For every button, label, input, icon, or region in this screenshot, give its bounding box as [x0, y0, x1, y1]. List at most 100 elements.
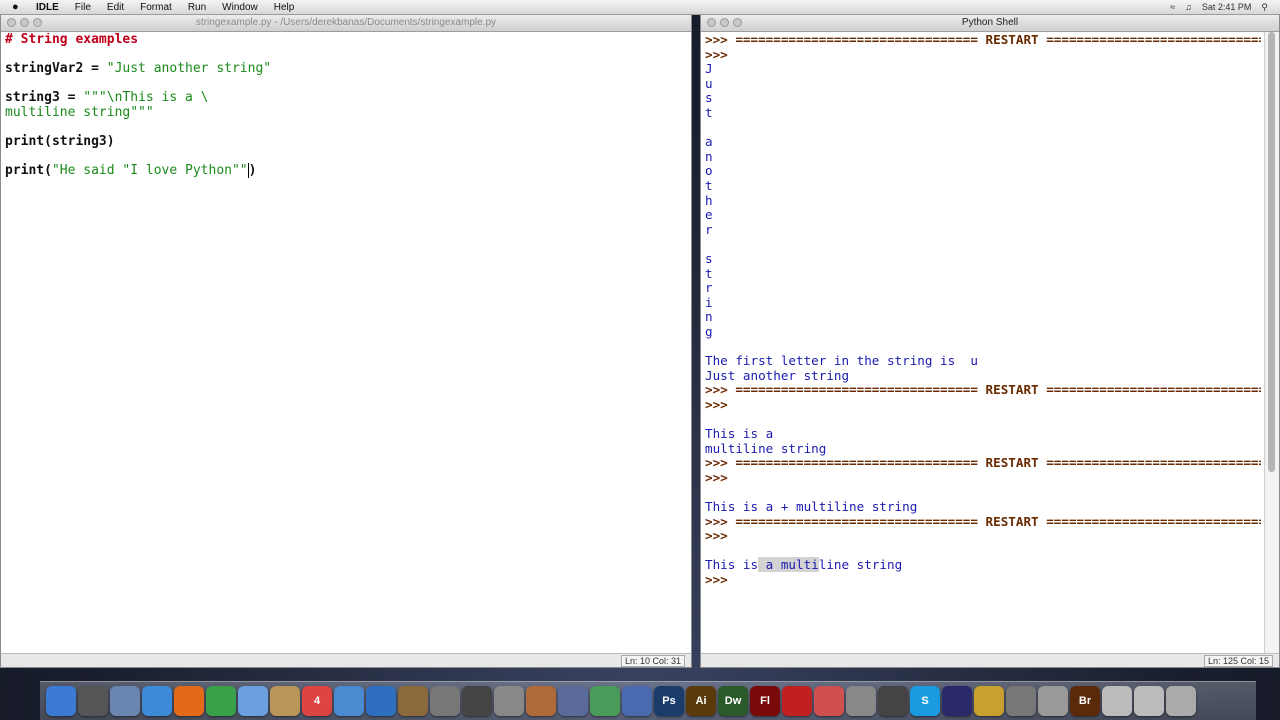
shell-token: i — [705, 294, 713, 310]
photoshop-icon[interactable]: Ps — [654, 686, 684, 716]
shell-token: This is — [705, 557, 759, 573]
shell-line: >>> — [705, 397, 1261, 413]
css-edit-icon[interactable] — [814, 686, 844, 716]
shell-scrollbar[interactable] — [1264, 32, 1279, 653]
documents-icon[interactable] — [1102, 686, 1132, 716]
shell-line: >>> ================================ RES… — [705, 455, 1261, 471]
illustrator-icon[interactable]: Ai — [686, 686, 716, 716]
automator-icon[interactable] — [430, 686, 460, 716]
gear-app-icon[interactable] — [846, 686, 876, 716]
app-icon[interactable] — [526, 686, 556, 716]
shell-line: s — [705, 91, 1261, 106]
close-icon[interactable] — [7, 18, 16, 27]
volume-icon[interactable]: ♫ — [1185, 2, 1192, 12]
downloads-icon[interactable] — [1134, 686, 1164, 716]
skype-icon[interactable]: S — [910, 686, 940, 716]
shell-token: t — [705, 104, 713, 120]
finder-icon[interactable] — [46, 686, 76, 716]
itunes-icon[interactable] — [334, 686, 364, 716]
close-icon[interactable] — [707, 18, 716, 27]
photo-icon[interactable] — [398, 686, 428, 716]
scissors-icon[interactable] — [1038, 686, 1068, 716]
flash-icon[interactable]: Fl — [750, 686, 780, 716]
eclipse-icon[interactable] — [942, 686, 972, 716]
shell-token: J — [705, 61, 713, 77]
editor-titlebar[interactable]: stringexample.py - /Users/derekbanas/Doc… — [1, 15, 691, 32]
shell-titlebar[interactable]: Python Shell — [701, 15, 1279, 32]
shell-token: line string — [818, 557, 903, 573]
shell-line: multiline string — [705, 440, 1261, 457]
shell-line: u — [705, 76, 1261, 92]
cursor-position: Ln: 125 Col: 15 — [1203, 655, 1273, 667]
shell-line: J — [705, 61, 1261, 77]
editor-token: ) — [248, 163, 257, 179]
shell-token: >>> — [705, 528, 736, 544]
dreamweaver-icon[interactable]: Dw — [718, 686, 748, 716]
spaces-icon[interactable] — [462, 686, 492, 716]
shell-token: n — [705, 148, 713, 164]
shell-line: o — [705, 164, 1261, 179]
scroll-thumb[interactable] — [1268, 32, 1275, 472]
zoom-icon[interactable] — [733, 18, 742, 27]
shell-token: t — [705, 265, 713, 281]
preview-icon[interactable] — [110, 686, 140, 716]
editor-token: stringVar2 = — [5, 61, 107, 77]
shell-line: n — [705, 309, 1261, 325]
clapper-icon[interactable] — [878, 686, 908, 716]
xcode-icon[interactable] — [622, 686, 652, 716]
editor-token: string3 = — [5, 90, 84, 106]
firefox-icon[interactable] — [174, 686, 204, 716]
zoom-icon[interactable] — [33, 18, 42, 27]
menu-help[interactable]: Help — [274, 2, 295, 13]
menu-edit[interactable]: Edit — [107, 2, 124, 13]
shell-window: Python Shell >>> =======================… — [700, 14, 1280, 668]
shell-line: The first letter in the string is u — [705, 353, 1261, 369]
shell-line: r — [705, 222, 1261, 238]
calculator-icon[interactable] — [1006, 686, 1036, 716]
spotlight-icon[interactable]: ⚲ — [1261, 2, 1268, 13]
bridge-icon[interactable]: Br — [1070, 686, 1100, 716]
minimize-icon[interactable] — [720, 18, 729, 27]
address-book-icon[interactable] — [270, 686, 300, 716]
ical-icon[interactable]: 4 — [302, 686, 332, 716]
window-controls — [7, 18, 42, 27]
trash-icon[interactable] — [1166, 686, 1196, 716]
shell-token: >>> — [705, 46, 736, 62]
menu-file[interactable]: File — [75, 2, 91, 13]
shell-token: t — [705, 177, 713, 193]
chart-icon[interactable] — [590, 686, 620, 716]
shell-token: r — [705, 280, 713, 296]
apple-menu-icon[interactable]: ● — [12, 1, 22, 13]
chrome-icon[interactable] — [206, 686, 236, 716]
wifi-icon[interactable]: ≈ — [1170, 2, 1175, 12]
shell-line: This is a + multiline string — [705, 499, 1261, 515]
shell-line: This is a — [705, 426, 1261, 442]
system-prefs-icon[interactable] — [494, 686, 524, 716]
shell-line: h — [705, 192, 1261, 209]
acrobat-icon[interactable] — [782, 686, 812, 716]
safari-icon[interactable] — [142, 686, 172, 716]
editor-line: # String examples — [5, 33, 673, 48]
menu-run[interactable]: Run — [188, 2, 206, 13]
shell-token: h — [705, 192, 713, 208]
dashboard-icon[interactable] — [78, 686, 108, 716]
menu-format[interactable]: Format — [140, 2, 172, 13]
editor-token: print( — [5, 163, 52, 179]
minimize-icon[interactable] — [20, 18, 29, 27]
ie-icon[interactable] — [366, 686, 396, 716]
clock[interactable]: Sat 2:41 PM — [1202, 2, 1252, 12]
code-editor[interactable]: # String examples stringVar2 = "Just anot… — [5, 33, 673, 653]
menu-app-name[interactable]: IDLE — [36, 2, 59, 13]
shell-token: multiline string — [705, 440, 827, 456]
pen-tool-icon[interactable] — [558, 686, 588, 716]
editor-token: print(string3) — [5, 134, 115, 150]
python-icon[interactable] — [974, 686, 1004, 716]
shell-output[interactable]: >>> ================================ RES… — [705, 33, 1261, 653]
ichat-icon[interactable] — [238, 686, 268, 716]
menu-window[interactable]: Window — [222, 2, 258, 13]
